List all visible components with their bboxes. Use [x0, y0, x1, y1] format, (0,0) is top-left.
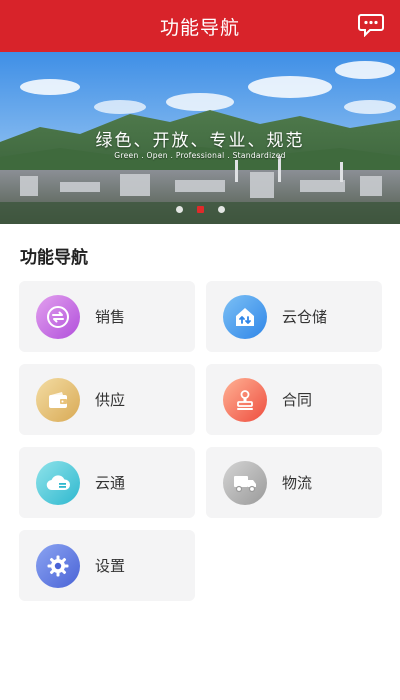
- carousel-dot-active[interactable]: [196, 206, 204, 213]
- nav-tile-sales[interactable]: 销售: [19, 281, 195, 352]
- nav-tile-settings[interactable]: 设置: [19, 530, 195, 601]
- chat-message-icon[interactable]: [358, 13, 384, 38]
- page-title: 功能导航: [159, 16, 240, 39]
- nav-tile-label: 云通: [95, 474, 126, 492]
- warehouse-icon: [223, 294, 267, 339]
- nav-tile-label: 销售: [95, 308, 126, 326]
- nav-tile-logistics[interactable]: 物流: [206, 447, 382, 518]
- nav-tile-label: 云仓储: [282, 308, 328, 326]
- nav-tile-cloud-storage[interactable]: 云仓储: [206, 281, 382, 352]
- banner-subtitle: Green . Open . Professional . Standardiz…: [114, 151, 286, 160]
- carousel-indicator: [0, 206, 400, 213]
- banner-carousel[interactable]: 绿色、开放、专业、规范 Green . Open . Professional …: [0, 52, 400, 224]
- truck-icon: [223, 460, 267, 505]
- nav-tile-label: 物流: [282, 474, 313, 492]
- cloud-icon: [36, 460, 80, 505]
- nav-tile-label: 合同: [282, 391, 313, 409]
- carousel-dot[interactable]: [217, 206, 225, 213]
- gear-icon: [36, 543, 80, 588]
- banner-headline: 绿色、开放、专业、规范: [95, 131, 305, 151]
- function-grid: 销售 云仓储 供应 合同 云通 物流 设置: [19, 281, 382, 601]
- exchange-icon: [36, 294, 80, 339]
- stamp-icon: [223, 377, 267, 422]
- section-title: 功能导航: [20, 248, 88, 268]
- nav-tile-label: 供应: [95, 391, 126, 409]
- nav-tile-supply[interactable]: 供应: [19, 364, 195, 435]
- top-navigation-bar: 功能导航: [0, 0, 400, 52]
- nav-tile-cloud-connect[interactable]: 云通: [19, 447, 195, 518]
- carousel-dot[interactable]: [175, 206, 183, 213]
- nav-tile-contract[interactable]: 合同: [206, 364, 382, 435]
- wallet-icon: [36, 377, 80, 422]
- nav-tile-label: 设置: [95, 557, 126, 575]
